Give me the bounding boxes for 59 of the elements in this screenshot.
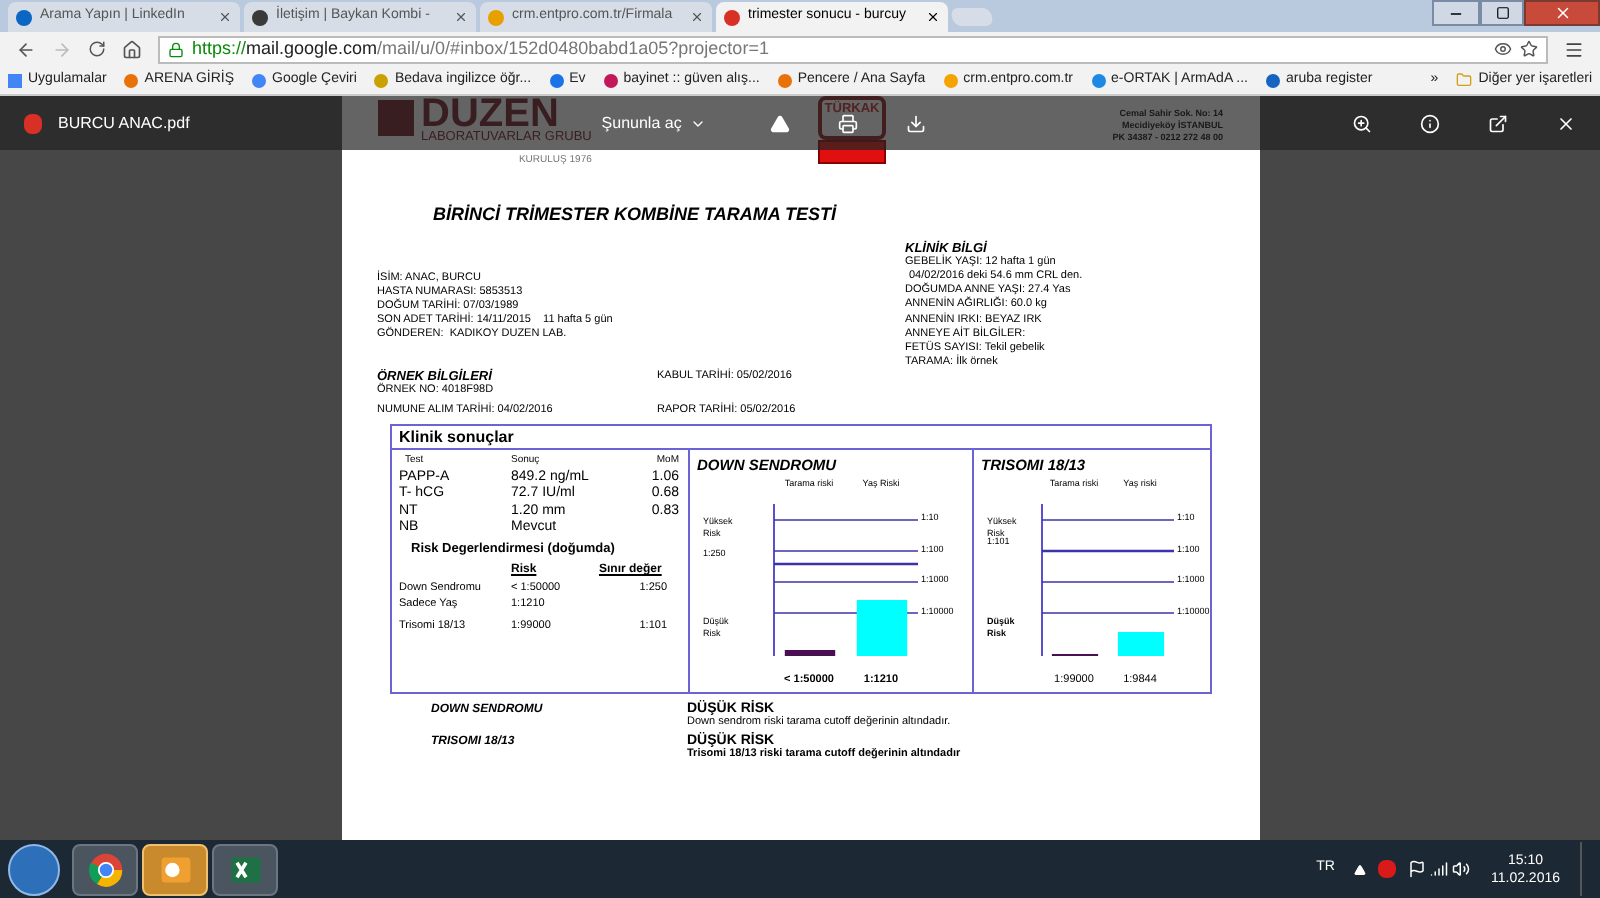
site-icon [603,73,618,87]
chart-bar [1116,632,1164,657]
star-icon[interactable] [1520,40,1538,58]
logo-text: DUZEN [421,96,559,132]
site-icon [252,9,268,25]
info-icon[interactable] [1420,113,1440,133]
gridline [1040,581,1174,584]
taskbar-app[interactable] [72,843,138,895]
site-icon [549,73,564,87]
signal-icon[interactable] [1430,860,1449,878]
menu-icon[interactable] [1564,39,1584,59]
reload-icon[interactable] [88,40,106,58]
site-icon [124,73,139,87]
folder-icon [1456,72,1473,88]
open-with-button[interactable]: Şununla aç [601,111,706,135]
site-icon [16,9,32,25]
maximize-icon [1495,6,1509,20]
pdf-file-icon [24,113,42,133]
close-icon[interactable] [1556,113,1576,133]
gridline [1040,519,1174,522]
eye-icon[interactable] [1494,40,1512,58]
site-icon [943,73,958,87]
site-icon [8,73,22,87]
volume-icon[interactable] [1452,860,1471,878]
chart-bar [783,650,835,657]
site-icon [1091,73,1106,87]
url-text: https://mail.google.com/mail/u/0/#inbox/152d0480babd1a05?projector=1 [192,35,769,62]
site-icon [374,73,389,87]
lock-icon [168,41,184,57]
back-icon[interactable] [16,39,36,59]
site-icon [724,9,740,25]
taskbar-app[interactable] [212,843,278,895]
print-icon[interactable] [837,113,858,133]
results-title: Klinik sonuçlar [391,426,1209,451]
maximize-button[interactable] [1480,0,1524,26]
home-icon[interactable] [122,39,142,59]
spreadsheet-app-icon [227,851,263,887]
cutoff-line [773,563,917,567]
chart-bar [855,600,907,657]
report-title: BİRİNCİ TRİMESTER KOMBİNE TARAMA TESTİ [431,202,839,228]
file-name: BURCU ANAC.pdf [58,111,190,135]
zoom-in-icon[interactable] [1352,113,1372,133]
browser-logo-icon [87,851,123,887]
address-bar[interactable]: https://mail.google.com/mail/u/0/#inbox/152d0480babd1a05?projector=1 [158,35,1548,63]
popout-icon[interactable] [1488,113,1508,133]
taskbar-app[interactable] [142,843,208,895]
close-window-button[interactable] [1524,0,1600,26]
site-icon [777,73,792,87]
site-icon [1266,73,1280,87]
download-icon[interactable] [905,113,926,133]
cutoff-line [1041,550,1173,554]
tray-arrow-icon[interactable] [1354,863,1367,875]
site-icon [488,9,504,25]
flag-icon[interactable] [1408,860,1427,878]
close-icon [1553,4,1571,22]
close-icon[interactable] [926,10,940,24]
start-button[interactable] [8,843,60,895]
site-icon [252,73,267,87]
gridline [1040,612,1174,615]
